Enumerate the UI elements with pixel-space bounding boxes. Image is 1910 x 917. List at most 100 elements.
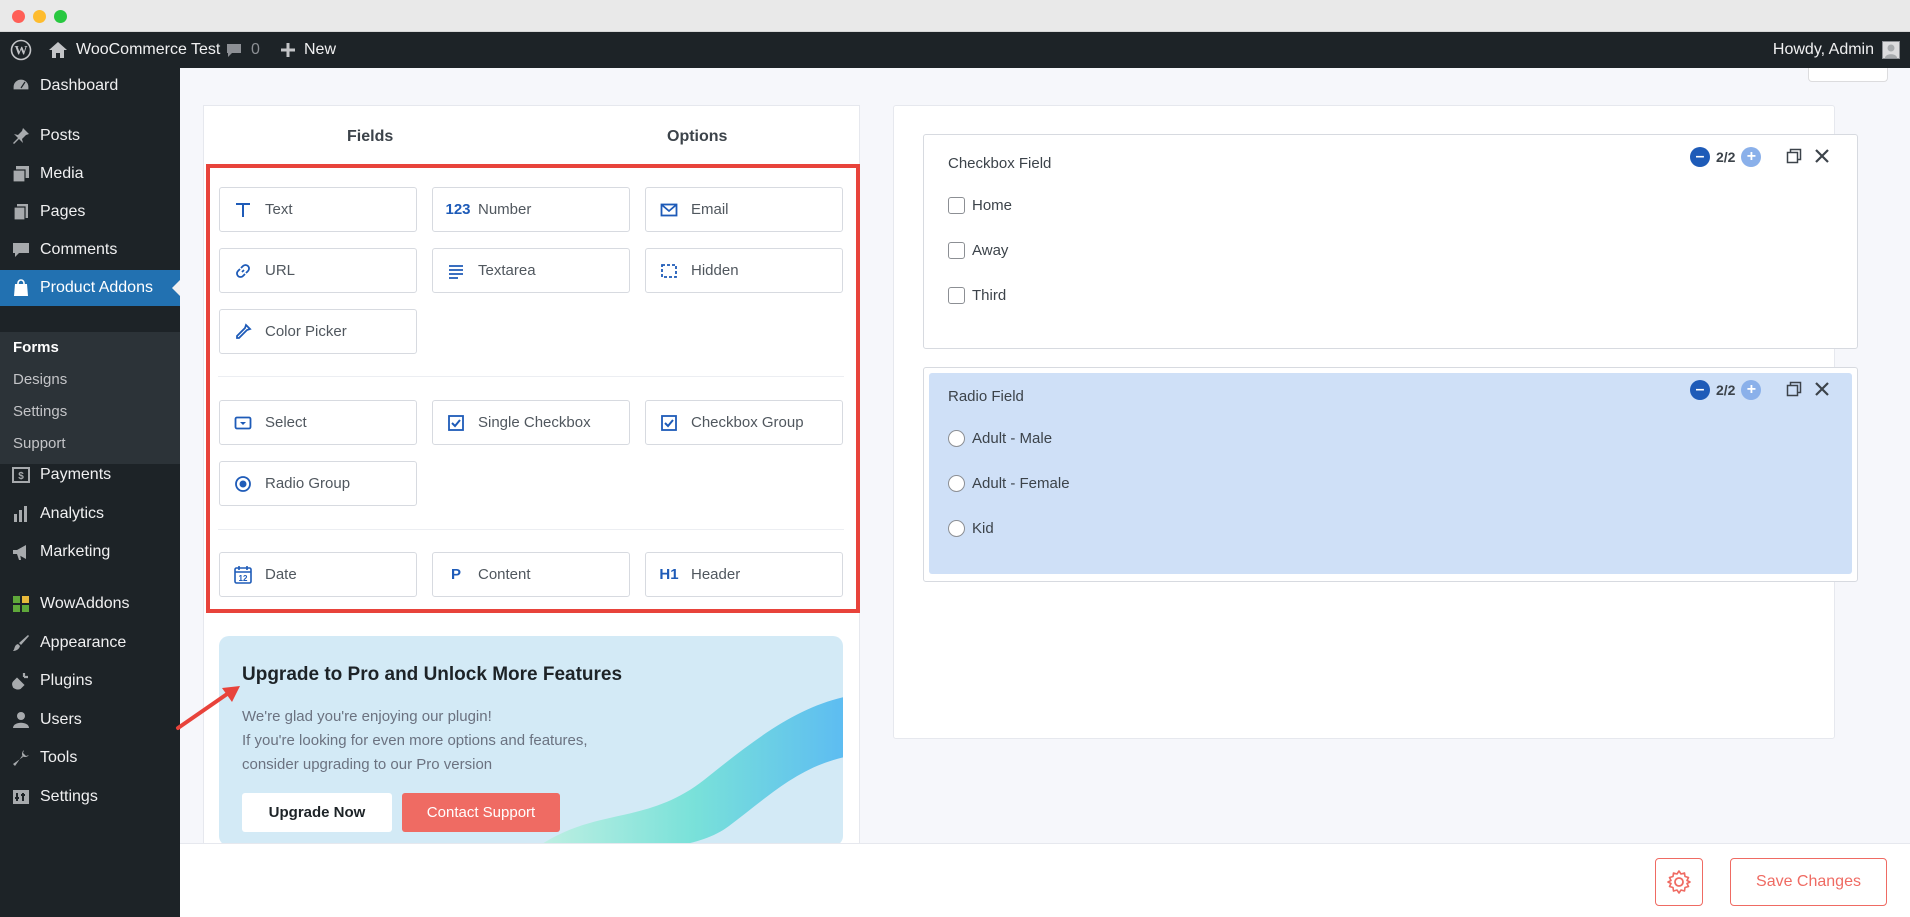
sidebar-item-pages[interactable]: Pages: [0, 194, 180, 230]
close-icon[interactable]: [1814, 381, 1830, 397]
decrease-button[interactable]: –: [1690, 147, 1710, 167]
sidebar-item-label: Media: [40, 165, 84, 182]
sidebar-item-dashboard[interactable]: Dashboard: [0, 68, 180, 104]
sidebar-item-users[interactable]: Users: [0, 702, 180, 738]
sidebar-item-posts[interactable]: Posts: [0, 118, 180, 154]
settings-icon: [10, 786, 32, 808]
promo-text: consider upgrading to our Pro version: [242, 756, 493, 773]
sidebar-item-label: Users: [40, 711, 82, 728]
checkbox[interactable]: [948, 242, 965, 259]
submenu-item-forms[interactable]: Forms: [13, 339, 59, 356]
wordpress-logo-icon[interactable]: W: [10, 32, 32, 68]
tab-fields[interactable]: Fields: [347, 128, 393, 146]
promo-title: Upgrade to Pro and Unlock More Features: [242, 664, 623, 685]
submenu-item-designs[interactable]: Designs: [13, 371, 67, 388]
duplicate-icon[interactable]: [1786, 148, 1802, 164]
checkbox[interactable]: [948, 197, 965, 214]
sidebar-item-label: Plugins: [40, 672, 93, 689]
selected-field-highlight: [929, 373, 1852, 574]
addons-icon: [10, 277, 32, 299]
radio-option[interactable]: Kid: [948, 520, 994, 537]
checkbox[interactable]: [948, 287, 965, 304]
radio-field-card[interactable]: Radio Field – 2/2 + Adult - Male Adult -…: [923, 367, 1858, 582]
sidebar-item-label: Tools: [40, 749, 78, 766]
sidebar-item-media[interactable]: Media: [0, 156, 180, 192]
radio-button[interactable]: [948, 475, 965, 492]
comment-icon: [227, 43, 241, 57]
decrease-button[interactable]: –: [1690, 380, 1710, 400]
radio-option[interactable]: Adult - Male: [948, 430, 1052, 447]
option-label: Home: [972, 197, 1013, 214]
payments-icon: $: [10, 464, 32, 486]
option-label: Kid: [972, 520, 994, 537]
site-name: WooCommerce Test: [76, 41, 221, 58]
wrench-icon: [10, 747, 32, 769]
submenu-item-support[interactable]: Support: [13, 435, 66, 452]
howdy-text: Howdy, Admin: [1772, 41, 1874, 58]
sidebar-item-plugins[interactable]: Plugins: [0, 663, 180, 699]
sidebar-item-label: Product Addons: [40, 279, 153, 296]
contact-support-button[interactable]: Contact Support: [402, 793, 560, 832]
plus-icon: [281, 43, 295, 57]
view-toggle-strip[interactable]: [1808, 68, 1888, 82]
upgrade-promo-card: Upgrade to Pro and Unlock More Features …: [219, 636, 843, 846]
pin-icon: [10, 125, 32, 147]
tab-options[interactable]: Options: [667, 128, 727, 146]
checkbox-option[interactable]: Away: [948, 242, 1008, 259]
admin-sidebar: Dashboard Posts Media Pages Comments Product …: [0, 68, 181, 917]
pages-icon: [10, 201, 32, 223]
sidebar-item-marketing[interactable]: Marketing: [0, 534, 180, 570]
comment-icon: [10, 239, 32, 261]
sidebar-item-label: Posts: [40, 127, 81, 144]
increase-button[interactable]: +: [1741, 380, 1762, 400]
minimize-window-button[interactable]: [33, 10, 46, 23]
site-name-link[interactable]: WooCommerce Test: [48, 32, 220, 68]
radio-button[interactable]: [948, 520, 965, 537]
sidebar-item-comments[interactable]: Comments: [0, 232, 180, 268]
save-changes-button[interactable]: Save Changes: [1730, 858, 1887, 906]
sidebar-item-wowaddons[interactable]: WowAddons: [0, 586, 180, 622]
comments-link[interactable]: 0: [225, 32, 260, 68]
product-addons-submenu: Forms Designs Settings Support: [0, 332, 180, 464]
user-icon: [10, 709, 32, 731]
decorative-wave: [539, 697, 843, 846]
gear-icon: [1667, 870, 1691, 894]
option-label: Third: [972, 287, 1007, 304]
dashboard-icon: [10, 75, 32, 97]
radio-option[interactable]: Adult - Female: [948, 475, 1070, 492]
option-label: Adult - Female: [972, 475, 1070, 492]
duplicate-icon[interactable]: [1786, 381, 1802, 397]
sidebar-item-product-addons[interactable]: Product Addons: [0, 270, 181, 306]
sidebar-item-label: Dashboard: [40, 77, 119, 94]
checkbox-option[interactable]: Home: [948, 197, 1012, 214]
sidebar-item-label: Comments: [40, 241, 118, 258]
close-icon[interactable]: [1814, 148, 1830, 164]
window-titlebar: [0, 0, 1910, 32]
sidebar-item-tools[interactable]: Tools: [0, 740, 180, 776]
submenu-item-settings[interactable]: Settings: [13, 403, 67, 420]
admin-bar: W WooCommerce Test 0 New Howdy, Admin: [0, 32, 1910, 68]
settings-button[interactable]: [1655, 858, 1703, 906]
plug-icon: [10, 670, 32, 692]
maximize-window-button[interactable]: [54, 10, 67, 23]
checkbox-field-card[interactable]: Checkbox Field – 2/2 + Home Away Third: [923, 134, 1858, 349]
sidebar-item-label: Analytics: [40, 505, 105, 522]
radio-button[interactable]: [948, 430, 965, 447]
upgrade-now-button[interactable]: Upgrade Now: [242, 793, 392, 832]
increase-button[interactable]: +: [1741, 147, 1762, 167]
new-label: New: [304, 41, 337, 58]
option-label: Away: [972, 242, 1009, 259]
sidebar-item-appearance[interactable]: Appearance: [0, 625, 180, 661]
close-window-button[interactable]: [12, 10, 25, 23]
sidebar-item-analytics[interactable]: Analytics: [0, 496, 180, 532]
avatar: [1882, 41, 1900, 59]
svg-text:W: W: [15, 43, 28, 58]
checkbox-option[interactable]: Third: [948, 287, 1006, 304]
bar-chart-icon: [10, 503, 32, 525]
promo-text: We're glad you're enjoying our plugin!: [242, 708, 492, 725]
sidebar-item-settings[interactable]: Settings: [0, 779, 180, 815]
new-content-link[interactable]: New: [280, 32, 336, 68]
account-menu[interactable]: Howdy, Admin: [1773, 32, 1900, 68]
svg-text:$: $: [18, 471, 24, 482]
field-count: 2/2: [1716, 382, 1736, 398]
